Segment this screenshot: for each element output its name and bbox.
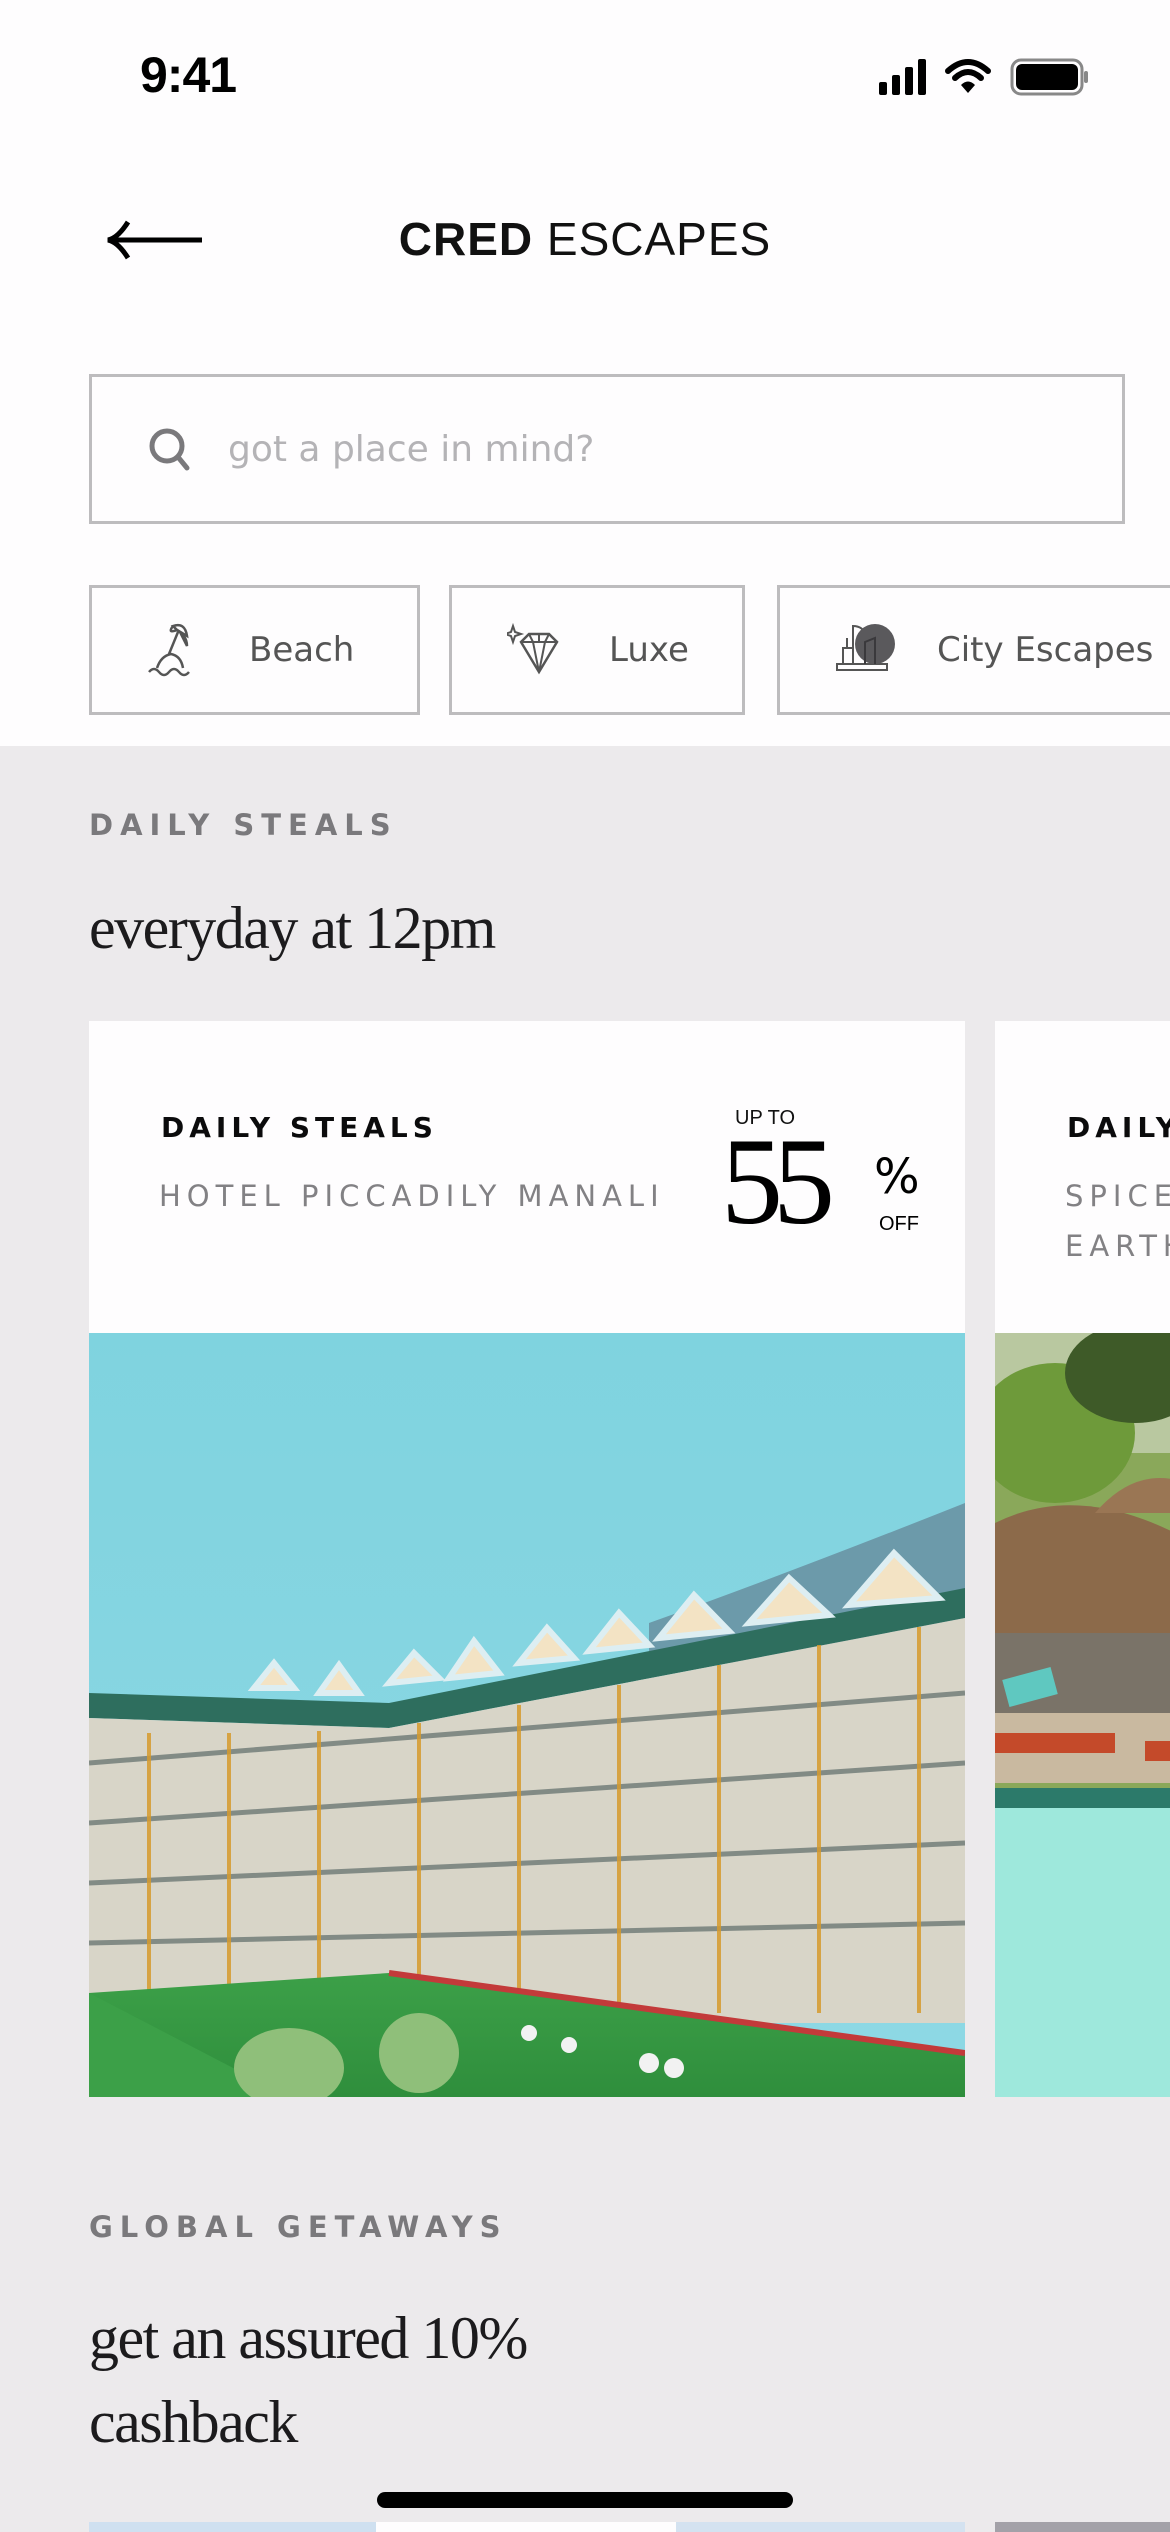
title-brand: CRED: [398, 213, 534, 265]
discount-badge: UP TO 55 % OFF: [709, 1107, 929, 1257]
page-title: CRED ESCAPES: [0, 212, 1170, 266]
category-chip-city-escapes[interactable]: City Escapes: [777, 585, 1170, 715]
getaway-card-image-segment: [995, 2522, 1170, 2532]
deal-card[interactable]: DAILY STEALS SPICE EARTH: [995, 1021, 1170, 2097]
home-indicator[interactable]: [377, 2492, 793, 2508]
deal-card[interactable]: DAILY STEALS HOTEL PICCADILY MANALI UP T…: [89, 1021, 965, 2097]
global-getaways-carousel[interactable]: [0, 2522, 1170, 2532]
deal-card-kicker: DAILY STEALS: [1067, 1111, 1170, 1144]
discount-percent-symbol: %: [874, 1149, 920, 1205]
getaway-card-image-segment: [89, 2522, 376, 2532]
beach-umbrella-icon: [148, 623, 190, 677]
search-bar[interactable]: [89, 374, 1125, 524]
deal-card-hotel-name: HOTEL PICCADILY MANALI: [159, 1179, 665, 1213]
category-chips: Beach Luxe City Escapes: [89, 585, 1170, 715]
battery-icon: [1010, 58, 1090, 96]
category-chip-luxe[interactable]: Luxe: [449, 585, 745, 715]
hotel-building-mountains-photo: [89, 1333, 965, 2097]
deal-card-hotel-name: SPICE EARTH: [1065, 1179, 1170, 1263]
status-time: 9:41: [140, 47, 237, 103]
daily-steals-headline: everyday at 12pm: [89, 895, 496, 961]
deal-card-header: DAILY STEALS HOTEL PICCADILY MANALI UP T…: [89, 1021, 965, 1333]
global-getaways-headline-line1: get an assured 10%: [89, 2305, 528, 2371]
category-chip-label: City Escapes: [937, 630, 1154, 670]
search-icon: [149, 428, 190, 471]
discount-value: 55: [721, 1113, 835, 1250]
category-chip-beach[interactable]: Beach: [89, 585, 420, 715]
daily-steals-carousel[interactable]: DAILY STEALS HOTEL PICCADILY MANALI UP T…: [0, 1021, 1170, 2097]
global-getaways-eyebrow: GLOBAL GETAWAYS: [89, 2210, 508, 2244]
status-icons: [879, 58, 1090, 96]
resort-pool-photo: [995, 1333, 1170, 2097]
getaway-card-image-segment: [376, 2522, 676, 2532]
cellular-signal-icon: [879, 59, 926, 95]
daily-steals-eyebrow: DAILY STEALS: [89, 808, 398, 842]
global-getaways-headline-line2: cashback: [89, 2389, 298, 2455]
deal-card-kicker: DAILY STEALS: [161, 1111, 438, 1144]
diamond-icon: [507, 622, 559, 675]
category-chip-label: Luxe: [609, 630, 689, 670]
title-product: ESCAPES: [533, 213, 772, 265]
getaway-card-image-segment: [676, 2522, 965, 2532]
category-chip-label: Beach: [249, 630, 355, 670]
search-input[interactable]: [228, 428, 1028, 470]
wifi-icon: [944, 59, 992, 95]
deal-card-header: DAILY STEALS SPICE EARTH: [995, 1021, 1170, 1333]
city-buildings-icon: [836, 624, 895, 671]
discount-suffix: OFF: [879, 1213, 919, 1235]
